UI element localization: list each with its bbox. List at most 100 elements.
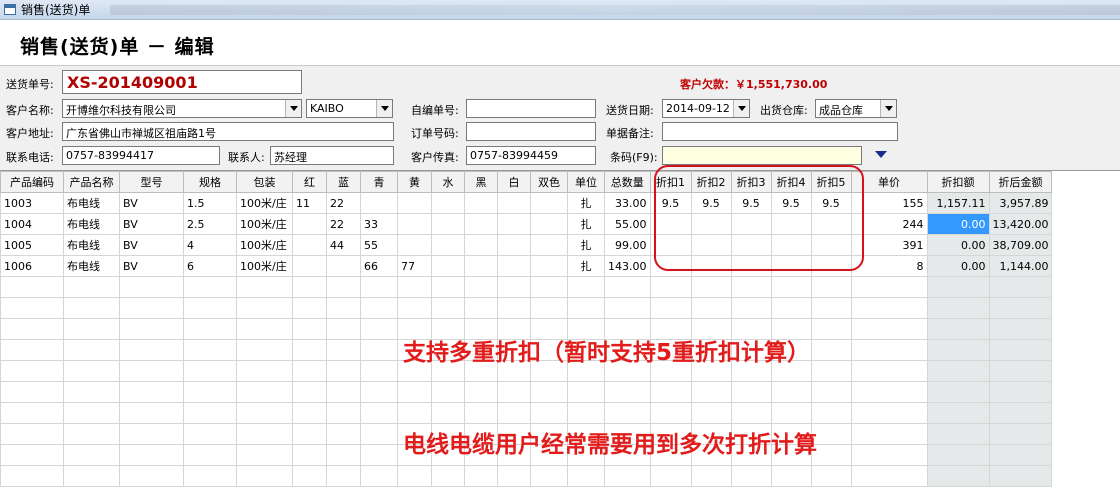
- warehouse-select[interactable]: 成品仓库: [815, 99, 897, 118]
- table-cell[interactable]: [63, 381, 120, 403]
- column-header[interactable]: 黑: [464, 171, 498, 193]
- table-cell[interactable]: [183, 465, 237, 487]
- table-cell[interactable]: [988, 297, 1053, 319]
- table-row-empty[interactable]: [0, 465, 1053, 487]
- table-cell[interactable]: [0, 360, 64, 382]
- table-cell[interactable]: [604, 381, 651, 403]
- contact-input[interactable]: 苏经理: [270, 146, 394, 165]
- table-cell[interactable]: [183, 360, 237, 382]
- table-cell[interactable]: [770, 402, 812, 424]
- table-cell[interactable]: [530, 297, 568, 319]
- table-cell[interactable]: 扎: [567, 192, 605, 214]
- table-cell[interactable]: BV: [119, 255, 184, 277]
- table-cell[interactable]: [183, 339, 237, 361]
- column-header[interactable]: 青: [360, 171, 398, 193]
- table-cell[interactable]: [497, 381, 531, 403]
- table-cell[interactable]: [0, 402, 64, 424]
- table-cell[interactable]: [397, 381, 432, 403]
- table-cell[interactable]: [360, 381, 398, 403]
- table-cell[interactable]: [397, 213, 432, 235]
- table-cell[interactable]: 9.5: [770, 192, 812, 214]
- table-cell[interactable]: [770, 213, 812, 235]
- table-cell[interactable]: [850, 381, 928, 403]
- column-header[interactable]: 折扣4: [770, 171, 812, 193]
- table-cell[interactable]: [360, 360, 398, 382]
- column-header[interactable]: 总数量: [604, 171, 651, 193]
- table-cell[interactable]: 9.5: [810, 192, 852, 214]
- column-header[interactable]: 产品编码: [0, 171, 64, 193]
- table-cell[interactable]: [770, 465, 812, 487]
- table-cell[interactable]: [850, 423, 928, 445]
- column-header[interactable]: 型号: [119, 171, 184, 193]
- table-cell[interactable]: 13,420.00: [988, 213, 1053, 235]
- table-cell[interactable]: 11: [292, 192, 327, 214]
- customer-select[interactable]: 开博维尔科技有限公司: [62, 99, 302, 118]
- table-cell[interactable]: [690, 255, 732, 277]
- table-cell[interactable]: BV: [119, 213, 184, 235]
- table-cell[interactable]: [649, 255, 692, 277]
- column-header[interactable]: 折扣1: [649, 171, 692, 193]
- table-cell[interactable]: [292, 276, 327, 298]
- table-cell[interactable]: [326, 255, 361, 277]
- table-cell[interactable]: [850, 465, 928, 487]
- table-cell[interactable]: [850, 444, 928, 466]
- table-cell[interactable]: [649, 213, 692, 235]
- table-cell[interactable]: [530, 192, 568, 214]
- table-cell[interactable]: [530, 276, 568, 298]
- table-cell[interactable]: 6: [183, 255, 237, 277]
- table-cell[interactable]: [690, 276, 732, 298]
- self-no-input[interactable]: [466, 99, 596, 118]
- table-cell[interactable]: [63, 444, 120, 466]
- table-cell[interactable]: [497, 234, 531, 256]
- table-cell[interactable]: [730, 402, 772, 424]
- table-cell[interactable]: 布电线: [63, 213, 120, 235]
- table-cell[interactable]: [236, 423, 293, 445]
- table-cell[interactable]: [988, 444, 1053, 466]
- table-cell[interactable]: 1003: [0, 192, 64, 214]
- table-cell[interactable]: [690, 297, 732, 319]
- table-row[interactable]: 1003 布电线 BV 1.5 100米/庄 11 22 扎 33.00 9.5 9.5 9.5 9.5…: [0, 192, 1053, 214]
- table-cell[interactable]: [464, 381, 498, 403]
- table-cell[interactable]: [0, 444, 64, 466]
- remark-input[interactable]: [662, 122, 898, 141]
- table-cell[interactable]: [926, 360, 990, 382]
- table-cell[interactable]: [604, 402, 651, 424]
- table-cell[interactable]: [119, 423, 184, 445]
- table-cell[interactable]: [988, 276, 1053, 298]
- table-cell[interactable]: [810, 213, 852, 235]
- table-cell[interactable]: [360, 402, 398, 424]
- chevron-down-icon[interactable]: [880, 100, 896, 117]
- table-cell[interactable]: [926, 381, 990, 403]
- table-cell[interactable]: [292, 423, 327, 445]
- table-cell[interactable]: [360, 465, 398, 487]
- ship-date-picker[interactable]: 2014-09-12: [662, 99, 750, 118]
- table-cell[interactable]: [567, 276, 605, 298]
- table-cell[interactable]: [236, 318, 293, 340]
- order-code-input[interactable]: [466, 122, 596, 141]
- table-cell[interactable]: [431, 234, 465, 256]
- table-cell[interactable]: 9.5: [730, 192, 772, 214]
- table-cell[interactable]: 100米/庄: [236, 213, 293, 235]
- table-cell[interactable]: [119, 444, 184, 466]
- table-cell[interactable]: [649, 297, 692, 319]
- table-cell[interactable]: [63, 276, 120, 298]
- fax-input[interactable]: 0757-83994459: [466, 146, 596, 165]
- brand-select[interactable]: KAIBO: [306, 99, 393, 118]
- table-cell[interactable]: BV: [119, 234, 184, 256]
- table-cell[interactable]: [119, 360, 184, 382]
- column-header[interactable]: 单价: [850, 171, 928, 193]
- table-cell[interactable]: [810, 318, 852, 340]
- triangle-down-icon[interactable]: [875, 151, 887, 158]
- table-cell[interactable]: 55: [360, 234, 398, 256]
- table-cell[interactable]: [926, 297, 990, 319]
- table-cell[interactable]: 66: [360, 255, 398, 277]
- table-cell[interactable]: [63, 465, 120, 487]
- table-cell[interactable]: [730, 255, 772, 277]
- table-cell[interactable]: [183, 444, 237, 466]
- table-cell[interactable]: 8: [850, 255, 928, 277]
- column-header[interactable]: 产品名称: [63, 171, 120, 193]
- table-cell[interactable]: [236, 444, 293, 466]
- column-header[interactable]: 红: [292, 171, 327, 193]
- table-cell[interactable]: [183, 423, 237, 445]
- table-cell[interactable]: [236, 381, 293, 403]
